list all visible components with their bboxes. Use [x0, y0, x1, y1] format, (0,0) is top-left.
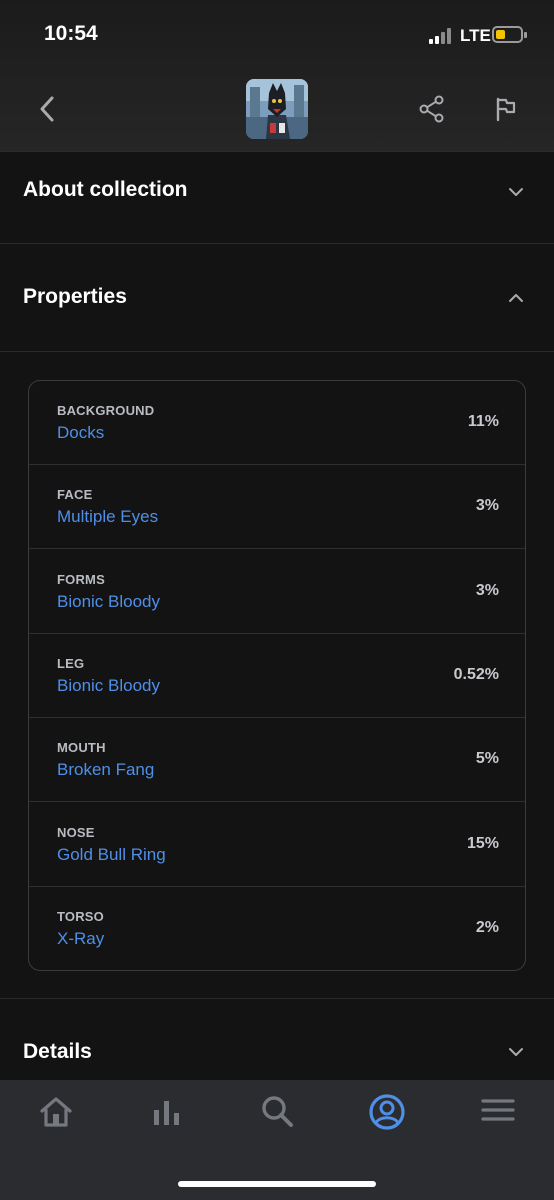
details-header[interactable]: Details — [0, 999, 554, 1080]
chevron-up-icon — [509, 294, 523, 302]
about-collection-header[interactable]: About collection — [0, 152, 554, 244]
property-rarity: 3% — [475, 497, 499, 515]
property-value[interactable]: Broken Fang — [57, 760, 154, 780]
nav-profile[interactable] — [367, 1092, 407, 1132]
chevron-left-icon — [40, 96, 54, 122]
property-type: MOUTH — [57, 740, 106, 756]
property-row[interactable]: MOUTH Broken Fang 5% — [29, 718, 525, 803]
status-time: 10:54 — [44, 22, 98, 45]
network-label: LTE — [460, 26, 491, 45]
property-value[interactable]: Multiple Eyes — [57, 507, 158, 527]
flag-icon — [496, 97, 516, 122]
home-icon — [40, 1097, 72, 1127]
property-rarity: 2% — [475, 918, 499, 936]
collection-avatar[interactable] — [246, 79, 308, 139]
search-icon — [262, 1096, 293, 1127]
profile-icon — [369, 1094, 405, 1130]
property-rarity: 5% — [475, 750, 499, 768]
nav-search[interactable] — [257, 1092, 297, 1132]
signal-icon — [429, 28, 455, 44]
property-type: NOSE — [57, 824, 95, 840]
property-row[interactable]: FACE Multiple Eyes 3% — [29, 465, 525, 550]
menu-icon — [481, 1099, 515, 1121]
properties-list: BACKGROUND Docks 11% FACE Multiple Eyes 3% FOR… — [28, 380, 526, 971]
chevron-down-icon — [509, 1048, 523, 1056]
property-rarity: 0.52% — [453, 665, 499, 683]
property-rarity: 11% — [467, 413, 499, 430]
property-value[interactable]: Bionic Bloody — [57, 592, 160, 612]
home-indicator[interactable] — [178, 1181, 376, 1187]
share-icon — [419, 95, 444, 123]
property-type: BACKGROUND — [57, 403, 155, 418]
top-bar: 10:54 LTE — [0, 0, 554, 152]
report-button[interactable] — [494, 96, 518, 122]
property-rarity: 3% — [475, 581, 499, 599]
nav-menu[interactable] — [478, 1092, 518, 1132]
nft-thumbnail-image — [246, 79, 308, 139]
property-row[interactable]: LEG Bionic Bloody 0.52% — [29, 634, 525, 718]
property-type: TORSO — [57, 908, 104, 924]
property-row[interactable]: FORMS Bionic Bloody 3% — [29, 550, 525, 634]
about-collection-title: About collection — [23, 178, 188, 201]
property-rarity: 15% — [466, 834, 499, 852]
property-type: FACE — [57, 487, 93, 503]
app-root: 10:54 LTE About collection Properties BA… — [0, 0, 554, 1200]
property-value[interactable]: Bionic Bloody — [57, 676, 160, 696]
chevron-down-icon — [509, 188, 523, 196]
properties-header[interactable]: Properties — [0, 245, 554, 352]
nav-stats[interactable] — [147, 1092, 187, 1132]
property-row[interactable]: TORSO X-Ray 2% — [29, 887, 525, 970]
nav-home[interactable] — [36, 1092, 76, 1132]
property-value[interactable]: Docks — [57, 423, 104, 443]
properties-title: Properties — [23, 285, 127, 308]
stats-icon — [154, 1101, 179, 1125]
property-type: LEG — [57, 655, 85, 671]
property-row[interactable]: BACKGROUND Docks 11% — [29, 381, 525, 465]
property-row[interactable]: NOSE Gold Bull Ring 15% — [29, 803, 525, 887]
property-value[interactable]: Gold Bull Ring — [57, 845, 166, 865]
details-title: Details — [23, 1040, 92, 1063]
share-button[interactable] — [418, 95, 446, 123]
property-value[interactable]: X-Ray — [57, 929, 104, 949]
back-button[interactable] — [34, 94, 62, 124]
battery-icon — [492, 26, 527, 43]
property-type: FORMS — [57, 571, 105, 587]
